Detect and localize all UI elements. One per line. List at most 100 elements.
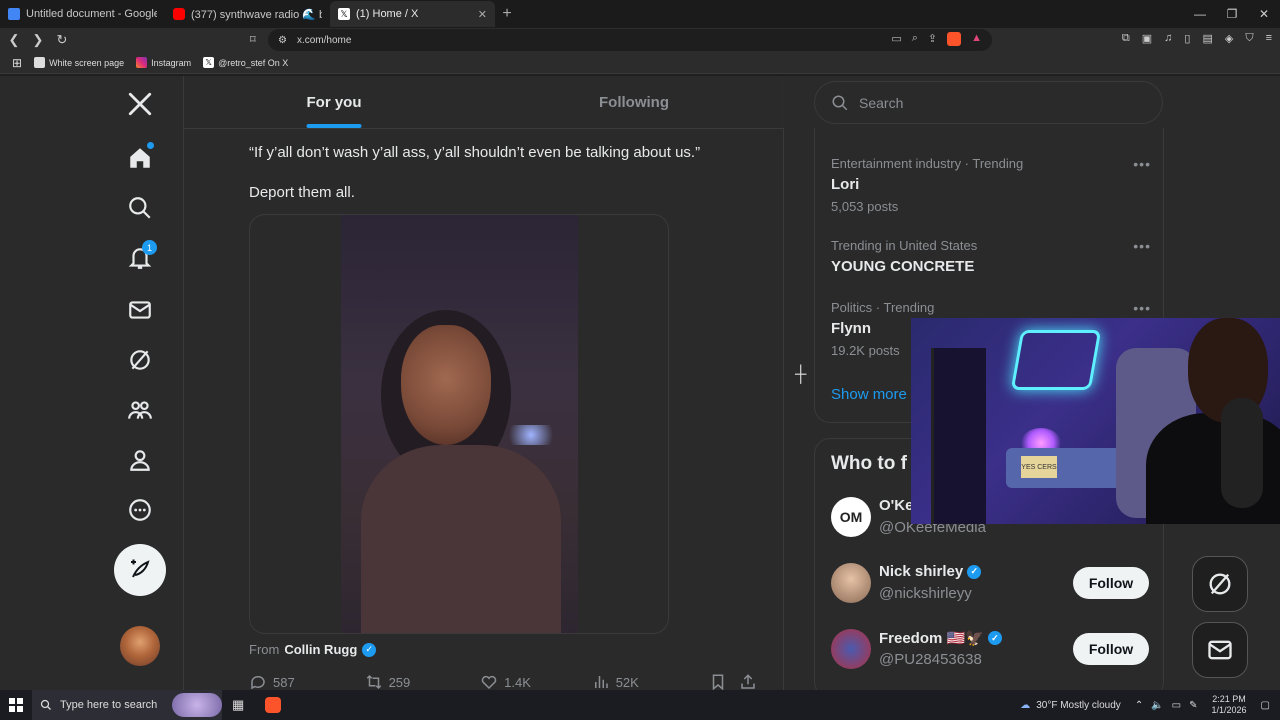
bookmarks-bar: ⊞ White screen page Instagram 𝕏 @retro_st… [0,52,1280,74]
chevron-up-icon[interactable]: ⌃ [1135,700,1143,711]
brave-shield-icon[interactable] [947,32,962,46]
search-icon [40,699,51,710]
verified-badge-icon: ✓ [987,631,1002,645]
analytics-icon [594,676,608,688]
restore-button[interactable]: ❐ [1216,0,1248,28]
more-dots-icon[interactable]: ••• [1133,156,1151,172]
wallet-icon[interactable]: ▣ [1142,32,1152,45]
suggestion-item[interactable]: Nick shirley ✓ @nickshirleyy Follow [831,563,1149,607]
search-icon [832,95,848,110]
notifications-bell-icon[interactable]: 1 [120,238,160,278]
share-icon[interactable]: ⇪ [928,32,937,46]
tweet-actions: 587 259 1.4K 52K [249,674,769,691]
url-field[interactable]: ⚙ x.com/home ▭ ⌕ ⇪ ▲ [268,29,992,51]
speaker-icon[interactable]: 🔈 [1151,700,1163,711]
grok-icon[interactable] [120,340,160,380]
reload-button[interactable]: ↻ [52,30,72,50]
tweet-video[interactable] [249,214,669,634]
bookmark-button[interactable] [709,674,739,691]
reply-icon [251,675,265,690]
notification-badge: 1 [142,240,157,255]
wallet-card-icon[interactable]: ▤ [1202,32,1212,45]
close-tab-icon[interactable]: ✕ [478,8,487,21]
task-view-icon[interactable]: ▦ [232,697,248,713]
suggestion-name-text: O'Ke [879,497,914,514]
reply-button[interactable]: 587 [249,674,365,690]
menu-icon[interactable]: ≡ [1266,32,1272,45]
trend-item[interactable]: Trending in United States YOUNG CONCRETE… [831,238,1151,275]
bookmark-label: @retro_stef On X [218,57,289,68]
from-author-link[interactable]: Collin Rugg [284,642,357,657]
back-button[interactable]: ❮ [4,30,24,50]
repost-button[interactable]: 259 [365,674,481,690]
search-icon[interactable] [120,188,160,228]
bookmark-retro-stef[interactable]: 𝕏 @retro_stef On X [203,57,288,68]
weather-icon: ☁ [1020,699,1031,711]
vpn-icon[interactable]: ◈ [1225,32,1233,45]
brave-browser-icon[interactable] [265,697,281,713]
share-button[interactable] [739,674,769,690]
bookmark-white-screen[interactable]: White screen page [34,57,124,68]
extensions-icon[interactable]: ⧉ [1122,32,1130,45]
more-dots-icon[interactable]: ••• [1133,238,1151,254]
like-button[interactable]: 1.4K [480,674,592,690]
cast-icon[interactable]: ▭ [891,32,901,46]
forward-button[interactable]: ❯ [28,30,48,50]
home-icon[interactable] [120,138,160,178]
shield-icon[interactable]: ⛉ [1245,32,1253,45]
instagram-icon [136,57,148,68]
webcam-overlay: YES CERS [911,318,1280,524]
music-icon[interactable]: ♫ [1164,32,1172,45]
browser-tab-google-docs[interactable]: Untitled document - Google Docs [0,1,165,27]
grok-floating-button[interactable] [1192,556,1248,612]
messages-envelope-icon[interactable] [120,290,160,330]
close-window-button[interactable]: ✕ [1248,0,1280,28]
windows-start-button[interactable] [0,690,32,720]
network-icon[interactable]: ▭ [1172,700,1181,711]
tab-for-you[interactable]: For you [184,76,484,128]
tab-label: For you [306,93,362,111]
follow-button[interactable]: Follow [1073,633,1149,665]
search-input[interactable]: Search [814,81,1163,124]
taskbar-search-input[interactable]: Type here to search [32,690,222,720]
streamer-microphone [1221,398,1263,508]
url-text: x.com/home [296,34,352,46]
video-attribution: From Collin Rugg ✓ [249,642,377,657]
profile-icon[interactable] [120,440,160,480]
messages-floating-button[interactable] [1192,622,1248,678]
pen-icon[interactable]: ✎ [1189,700,1197,711]
browser-tab-x-home[interactable]: 𝕏 (1) Home / X ✕ [330,1,495,27]
share-icon [741,674,755,689]
trend-item[interactable]: Entertainment industry · Trending Lori 5… [831,156,1151,214]
clock[interactable]: 2:21 PM 1/1/2026 [1212,694,1247,716]
x-logo-icon[interactable] [120,84,160,124]
new-tab-button[interactable]: + [495,0,519,28]
like-count: 1.4K [504,674,531,690]
bookmark-instagram[interactable]: Instagram [136,57,191,68]
clock-date: 1/1/2026 [1211,705,1247,715]
follow-button[interactable]: Follow [1073,567,1149,599]
apps-grid-icon[interactable]: ⊞ [12,56,22,70]
compose-post-button[interactable] [114,544,166,596]
youtube-icon [173,8,185,20]
suggestion-item[interactable]: Freedom 🇺🇸🦅 ✓ @PU28453638 Follow [831,629,1149,673]
more-dots-icon[interactable]: ••• [1133,300,1151,316]
tab-following[interactable]: Following [484,76,784,128]
communities-icon[interactable] [120,390,160,430]
site-info-icon[interactable]: ⚙ [278,35,287,46]
more-options-icon[interactable] [120,490,160,530]
notifications-icon[interactable]: ▢ [1261,700,1270,711]
browser-tab-bar: Untitled document - Google Docs (377) sy… [0,0,1280,28]
weather-text[interactable]: 30°F Mostly cloudy [1036,700,1121,711]
brave-rewards-icon[interactable]: ▲ [971,32,982,46]
minimize-button[interactable]: — [1184,0,1216,28]
browser-tab-youtube[interactable]: (377) synthwave radio 🌊 beats t [165,1,330,27]
show-more-link[interactable]: Show more [831,386,907,403]
account-avatar[interactable] [120,626,160,666]
sidebar-icon[interactable]: ▯ [1184,32,1190,45]
bookmark-icon[interactable]: ⌑ [250,33,256,46]
views-button[interactable]: 52K [592,674,710,690]
zoom-icon[interactable]: ⌕ [912,32,918,46]
suggestion-avatar: OM [831,497,871,537]
omnibox-actions: ▭ ⌕ ⇪ ▲ [891,32,982,46]
